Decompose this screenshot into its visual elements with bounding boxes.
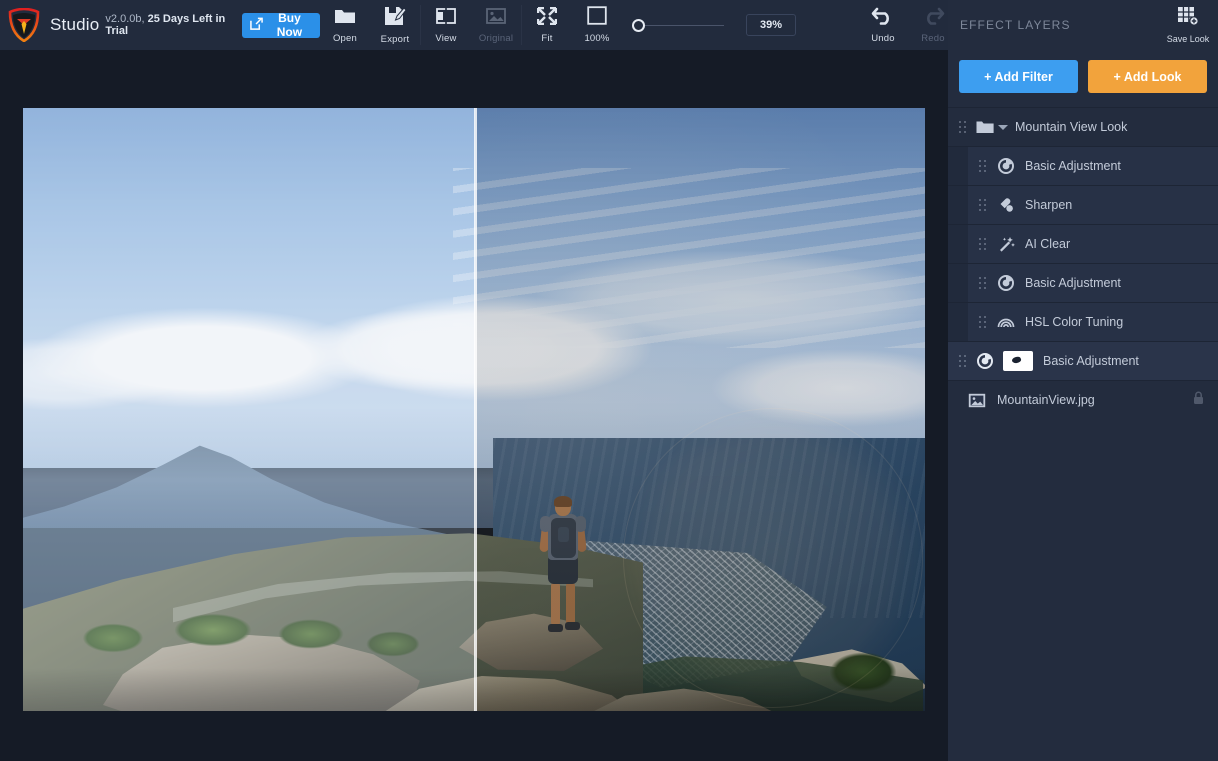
zoom-input[interactable]: 39% <box>746 14 796 36</box>
layer-row-basic-adjustment-2[interactable]: Basic Adjustment <box>948 263 1218 302</box>
edited-half <box>475 108 925 711</box>
add-buttons-row: + Add Filter + Add Look <box>948 50 1218 107</box>
aperture-icon <box>975 353 995 369</box>
zoom-button-group: Fit 100% <box>522 0 622 50</box>
rainbow-icon <box>996 315 1016 329</box>
file-button-group: Open Export <box>320 0 420 50</box>
layer-name: MountainView.jpg <box>997 393 1095 407</box>
zoom-value: 39% <box>760 19 782 31</box>
drag-handle-icon[interactable] <box>979 277 987 289</box>
canvas-stage[interactable] <box>0 50 948 761</box>
drag-handle-icon[interactable] <box>979 160 987 172</box>
history-button-group: Undo Redo <box>858 0 958 50</box>
redo-icon <box>921 7 945 30</box>
layer-name: Sharpen <box>1025 198 1072 212</box>
layer-name: Basic Adjustment <box>1025 276 1121 290</box>
version-label: v2.0.0b, <box>105 13 144 25</box>
folder-icon <box>334 7 356 30</box>
view-label: View <box>435 33 456 44</box>
add-filter-button[interactable]: + Add Filter <box>959 60 1078 93</box>
drag-handle-icon[interactable] <box>959 355 967 367</box>
redo-label: Redo <box>921 33 945 44</box>
layer-name: HSL Color Tuning <box>1025 315 1123 329</box>
compare-split-handle[interactable] <box>474 108 477 711</box>
chevron-down-icon[interactable] <box>998 125 1008 130</box>
open-label: Open <box>333 33 357 44</box>
brand-name: Studio <box>50 15 99 35</box>
aperture-icon <box>996 275 1016 291</box>
export-button[interactable]: Export <box>370 0 420 50</box>
undo-button[interactable]: Undo <box>858 0 908 50</box>
layer-name: AI Clear <box>1025 237 1070 251</box>
export-icon <box>384 6 406 31</box>
layer-row-sharpen[interactable]: Sharpen <box>948 185 1218 224</box>
magic-wand-icon <box>996 236 1016 252</box>
fit-button[interactable]: Fit <box>522 0 572 50</box>
save-look-button[interactable]: Save Look <box>1164 0 1212 50</box>
zoom-slider-track <box>632 25 724 26</box>
layer-name: Mountain View Look <box>1015 120 1127 134</box>
studio-logo-icon <box>8 8 40 42</box>
version-trial-text: v2.0.0b, 25 Days Left in Trial <box>105 13 229 37</box>
drag-handle-icon[interactable] <box>979 316 987 328</box>
scene-original <box>23 108 475 711</box>
actual-size-icon <box>587 6 607 30</box>
effect-layers-panel: EFFECT LAYERS Save Look + Add Filter + A… <box>948 0 1218 761</box>
drag-handle-icon[interactable] <box>979 199 987 211</box>
view-button-group: View Original <box>421 0 521 50</box>
layer-list: Mountain View Look Basic Adjustment Shar… <box>948 107 1218 419</box>
aperture-icon <box>996 158 1016 174</box>
folder-icon <box>975 120 995 134</box>
save-look-icon <box>1177 6 1199 31</box>
split-view-icon <box>435 7 457 30</box>
layer-row-basic-adjustment-1[interactable]: Basic Adjustment <box>948 146 1218 185</box>
image-icon <box>967 393 987 408</box>
add-look-button[interactable]: + Add Look <box>1088 60 1207 93</box>
zoom-controls: 39% <box>622 0 796 50</box>
undo-label: Undo <box>871 33 895 44</box>
fit-icon <box>537 7 557 30</box>
actual-size-button[interactable]: 100% <box>572 0 622 50</box>
original-view-button[interactable]: Original <box>471 0 521 50</box>
open-button[interactable]: Open <box>320 0 370 50</box>
panel-header: EFFECT LAYERS Save Look <box>948 0 1218 50</box>
actual-size-label: 100% <box>584 33 609 44</box>
original-flat-overlay <box>23 108 475 711</box>
external-link-icon <box>250 17 263 33</box>
layer-name: Basic Adjustment <box>1043 354 1139 368</box>
zoom-slider[interactable] <box>632 15 724 35</box>
lens-flare <box>623 408 923 708</box>
original-image-icon <box>485 7 507 30</box>
fit-label: Fit <box>541 33 552 44</box>
layer-row-hsl-color-tuning[interactable]: HSL Color Tuning <box>948 302 1218 341</box>
undo-icon <box>871 7 895 30</box>
layer-row-base-image[interactable]: MountainView.jpg <box>948 380 1218 419</box>
brand-area: Studio v2.0.0b, 25 Days Left in Trial Bu… <box>0 0 320 50</box>
save-look-label: Save Look <box>1167 34 1210 44</box>
buy-now-label: Buy Now <box>269 11 310 39</box>
layer-mask-thumbnail[interactable] <box>1003 351 1033 371</box>
split-view-button[interactable]: View <box>421 0 471 50</box>
panel-title: EFFECT LAYERS <box>960 18 1071 32</box>
buy-now-button[interactable]: Buy Now <box>242 13 320 38</box>
sharpen-icon <box>996 197 1016 213</box>
drag-handle-icon[interactable] <box>979 238 987 250</box>
layer-row-basic-adjustment-selected[interactable]: Basic Adjustment <box>948 341 1218 380</box>
layer-name: Basic Adjustment <box>1025 159 1121 173</box>
zoom-slider-handle[interactable] <box>632 19 645 32</box>
lock-icon[interactable] <box>1193 391 1204 410</box>
photo-canvas[interactable] <box>23 108 925 711</box>
scene-edited <box>475 108 925 711</box>
layer-row-group[interactable]: Mountain View Look <box>948 107 1218 146</box>
drag-handle-icon[interactable] <box>959 121 967 133</box>
layer-row-ai-clear[interactable]: AI Clear <box>948 224 1218 263</box>
studio-app-window: Studio v2.0.0b, 25 Days Left in Trial Bu… <box>0 0 1218 761</box>
export-label: Export <box>381 34 410 45</box>
original-label: Original <box>479 33 513 44</box>
original-half <box>23 108 475 711</box>
